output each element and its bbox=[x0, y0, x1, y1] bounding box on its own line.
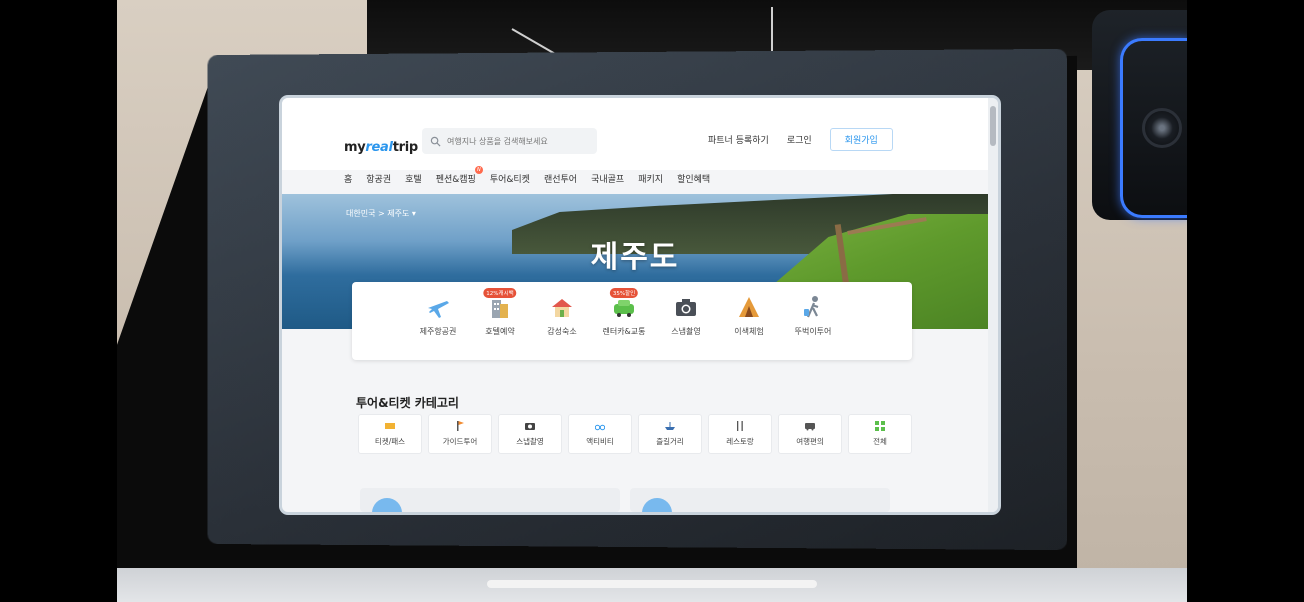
top-links: 파트너 등록하기 로그인 회원가입 bbox=[708, 128, 893, 151]
category-experience[interactable]: 이색체험 bbox=[718, 294, 780, 337]
tour-cat-restaurant[interactable]: 레스토랑 bbox=[708, 414, 772, 454]
camera-icon bbox=[525, 423, 535, 430]
category-rentcar[interactable]: 35%할인 렌터카&교통 bbox=[593, 288, 655, 337]
bike-icon bbox=[595, 424, 605, 431]
nav-item-home[interactable]: 홈 bbox=[344, 172, 352, 185]
category-walking-tour[interactable]: 뚜벅이투어 bbox=[782, 294, 844, 337]
cashback-badge: 12%캐시백 bbox=[483, 288, 517, 298]
scrollbar-thumb[interactable] bbox=[990, 106, 996, 146]
tour-category-list: 티켓/패스 가이드투어 스냅촬영 액티비티 즐길거리 레스토랑 여행편의 전체 bbox=[358, 414, 912, 454]
walker-icon bbox=[804, 296, 819, 318]
bus-icon bbox=[805, 423, 815, 431]
shelf-handle bbox=[487, 580, 817, 588]
main-nav: 홈 항공권 호텔 펜션&캠핑 N 투어&티켓 랜선투어 국내골프 패키지 할인혜택 bbox=[344, 166, 710, 185]
nav-item-tours-tickets[interactable]: 투어&티켓 bbox=[490, 172, 530, 185]
site-logo[interactable]: myrealtrip bbox=[344, 140, 418, 155]
signup-button[interactable]: 회원가입 bbox=[829, 128, 893, 151]
new-badge: N bbox=[474, 166, 483, 174]
breadcrumb: 대한민국 > 제주도 ▾ bbox=[346, 208, 416, 219]
tour-cat-guide[interactable]: 가이드투어 bbox=[428, 414, 492, 454]
breadcrumb-region[interactable]: 제주도 bbox=[387, 209, 409, 218]
nav-item-online-tours[interactable]: 랜선투어 bbox=[544, 172, 577, 185]
nav-item-deals[interactable]: 할인혜택 bbox=[677, 172, 710, 185]
tour-cat-convenience[interactable]: 여행편의 bbox=[778, 414, 842, 454]
flag-icon bbox=[457, 421, 464, 431]
site-header: myrealtrip 파트너 등록하기 로그인 회원가입 홈 항공권 호텔 펜션… bbox=[282, 98, 988, 185]
category-stays[interactable]: 감성숙소 bbox=[531, 294, 593, 337]
chevron-down-icon[interactable]: ▾ bbox=[412, 209, 416, 218]
category-hotels[interactable]: 12%캐시백 호텔예약 bbox=[469, 288, 531, 337]
discount-badge: 35%할인 bbox=[609, 288, 639, 298]
ticket-icon bbox=[385, 423, 395, 429]
nav-item-pension-camping[interactable]: 펜션&캠핑 N bbox=[436, 166, 483, 185]
camera-icon bbox=[676, 299, 696, 316]
tent-icon bbox=[739, 297, 759, 317]
grid-icon bbox=[875, 421, 885, 431]
search-input[interactable] bbox=[447, 136, 597, 146]
category-card: 제주항공권 12%캐시백 호텔예약 감성숙소 35%할인 렌터카&교통 스냅촬영… bbox=[352, 282, 912, 360]
airplane-icon bbox=[428, 301, 449, 318]
promo-card[interactable] bbox=[630, 488, 890, 512]
breadcrumb-country[interactable]: 대한민국 bbox=[346, 209, 375, 218]
nav-item-packages[interactable]: 패키지 bbox=[638, 172, 663, 185]
breadcrumb-separator: > bbox=[378, 209, 385, 218]
nav-item-hotels[interactable]: 호텔 bbox=[405, 172, 422, 185]
promo-cards bbox=[360, 488, 890, 512]
tour-category-title: 투어&티켓 카테고리 bbox=[356, 396, 459, 410]
fork-knife-icon bbox=[737, 421, 743, 431]
tour-cat-tickets[interactable]: 티켓/패스 bbox=[358, 414, 422, 454]
scrollbar[interactable] bbox=[988, 98, 998, 512]
tour-cat-all[interactable]: 전체 bbox=[848, 414, 912, 454]
category-flights[interactable]: 제주항공권 bbox=[407, 294, 469, 337]
promo-avatar bbox=[642, 498, 672, 512]
search-icon bbox=[430, 136, 441, 147]
nav-item-golf[interactable]: 국내골프 bbox=[591, 172, 624, 185]
promo-card[interactable] bbox=[360, 488, 620, 512]
tour-cat-fun[interactable]: 즐길거리 bbox=[638, 414, 702, 454]
promo-avatar bbox=[372, 498, 402, 512]
category-snap[interactable]: 스냅촬영 bbox=[655, 294, 717, 337]
boat-icon bbox=[665, 422, 675, 430]
house-icon bbox=[552, 299, 572, 317]
tour-cat-snap[interactable]: 스냅촬영 bbox=[498, 414, 562, 454]
login-link[interactable]: 로그인 bbox=[787, 133, 812, 146]
ceiling-light bbox=[771, 7, 773, 57]
webcam-lens bbox=[1142, 108, 1182, 148]
browser-screen: myrealtrip 파트너 등록하기 로그인 회원가입 홈 항공권 호텔 펜션… bbox=[282, 98, 998, 512]
tour-cat-activity[interactable]: 액티비티 bbox=[568, 414, 632, 454]
nav-item-flights[interactable]: 항공권 bbox=[366, 172, 391, 185]
partner-link[interactable]: 파트너 등록하기 bbox=[708, 133, 769, 146]
search-box[interactable] bbox=[422, 128, 597, 154]
page-title: 제주도 bbox=[590, 240, 680, 275]
